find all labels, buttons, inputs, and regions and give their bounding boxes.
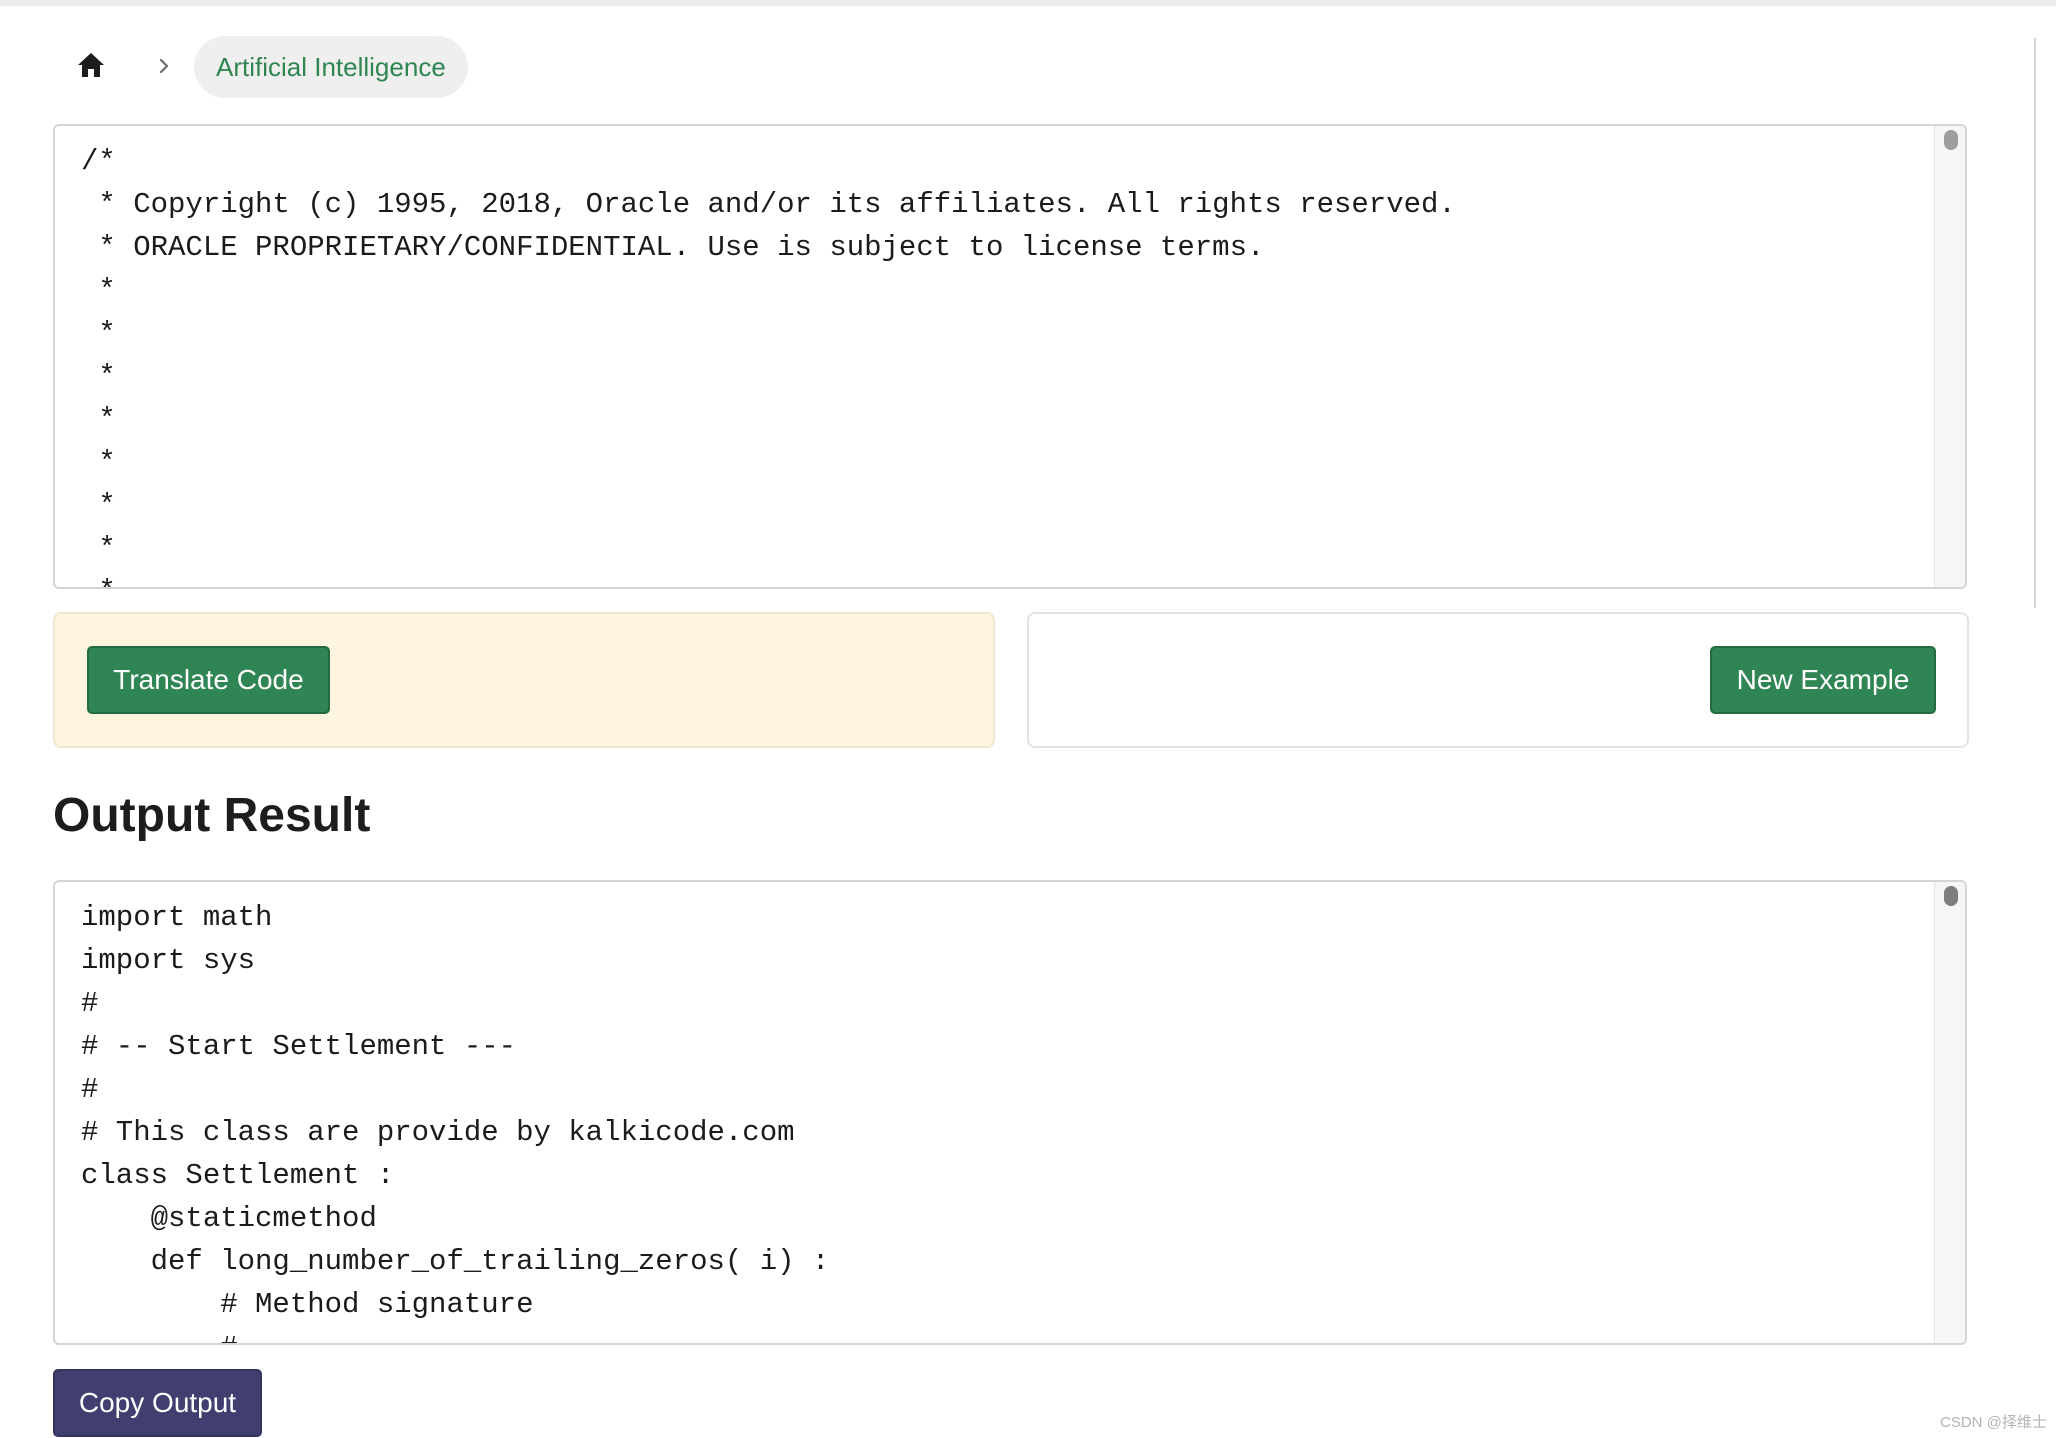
output-code-editor[interactable]: import math import sys # # -- Start Settlem… — [53, 880, 1967, 1345]
output-code-line: import math — [81, 901, 273, 934]
source-code-scroll-thumb[interactable] — [1944, 130, 1958, 150]
source-code-line: * — [81, 360, 116, 393]
output-code-line: class Settlement : — [81, 1159, 395, 1192]
output-code-line: # This class are provide by kalkicode.co… — [81, 1116, 795, 1149]
output-code-scrollbar[interactable] — [1934, 882, 1965, 1343]
source-code-line: * — [81, 532, 116, 565]
example-panel: New Example — [1027, 612, 1969, 748]
source-code-line: * — [81, 446, 116, 479]
page-scrollbar[interactable] — [2034, 38, 2036, 608]
output-code-line: # — [81, 1073, 99, 1106]
source-code-line: * — [81, 570, 1929, 587]
source-code-editor[interactable]: /* * Copyright (c) 1995, 2018, Oracle an… — [53, 124, 1967, 589]
source-code-line: * ORACLE PROPRIETARY/CONFIDENTIAL. Use i… — [81, 231, 1265, 264]
translate-panel: Translate Code — [53, 612, 995, 748]
source-code-line: /* — [81, 145, 116, 178]
source-code-line: * — [81, 489, 116, 522]
source-code-lines[interactable]: /* * Copyright (c) 1995, 2018, Oracle an… — [81, 140, 1929, 587]
source-code-line: * — [81, 403, 116, 436]
output-code-line: # — [81, 987, 99, 1020]
output-result-heading: Output Result — [53, 789, 371, 842]
output-code-line: # -- Start Settlement --- — [81, 1030, 517, 1063]
breadcrumb-current[interactable]: Artificial Intelligence — [194, 36, 468, 98]
output-code-line: import sys — [81, 944, 256, 977]
output-code-line: @staticmethod — [81, 1202, 377, 1235]
translate-code-button[interactable]: Translate Code — [87, 646, 330, 714]
output-code-scroll-thumb[interactable] — [1944, 886, 1958, 906]
watermark-text: CSDN @择维士 — [1940, 1414, 2047, 1431]
top-border — [0, 0, 2056, 6]
output-code-line: # Method signature — [81, 1288, 534, 1321]
copy-output-button[interactable]: Copy Output — [53, 1369, 262, 1437]
source-code-line: * Copyright (c) 1995, 2018, Oracle and/o… — [81, 188, 1456, 221]
new-example-button[interactable]: New Example — [1710, 646, 1936, 714]
source-code-line: * — [81, 274, 116, 307]
chevron-right-icon — [152, 46, 176, 86]
home-icon[interactable] — [74, 48, 108, 82]
output-code-lines[interactable]: import math import sys # # -- Start Settlem… — [81, 896, 1929, 1343]
source-code-line: * — [81, 317, 116, 350]
output-code-line: def long_number_of_trailing_zeros( i) : — [81, 1245, 830, 1278]
output-code-line: # — [81, 1326, 1929, 1343]
source-code-scrollbar[interactable] — [1934, 126, 1965, 587]
